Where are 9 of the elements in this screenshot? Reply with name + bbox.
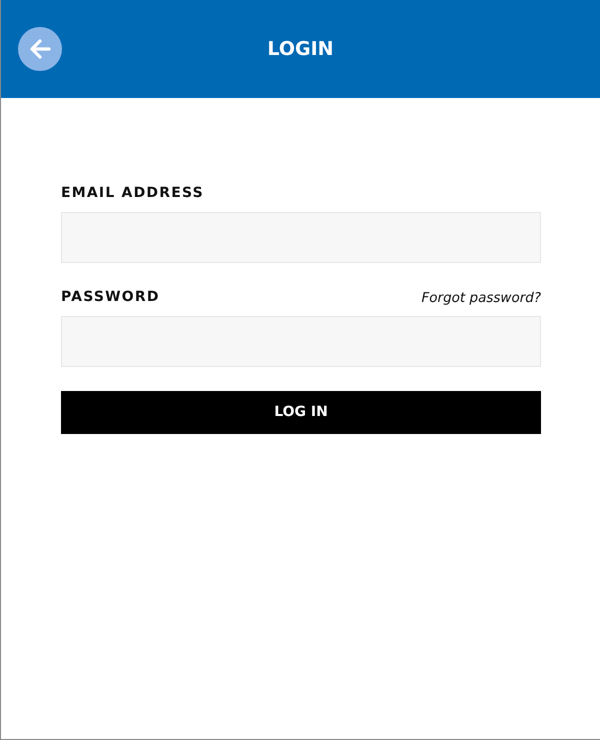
back-button[interactable] xyxy=(18,27,62,71)
field-label: EMAIL ADDRESS xyxy=(61,184,204,203)
login-button[interactable]: LOG IN xyxy=(61,391,541,434)
page-title: LOGIN xyxy=(267,38,334,60)
forgot-password-link[interactable]: Forgot password? xyxy=(422,288,541,308)
back-arrow-icon xyxy=(29,39,51,59)
input-field[interactable] xyxy=(61,212,541,263)
input-field[interactable] xyxy=(61,316,541,367)
field-label: PASSWORD xyxy=(61,288,160,307)
